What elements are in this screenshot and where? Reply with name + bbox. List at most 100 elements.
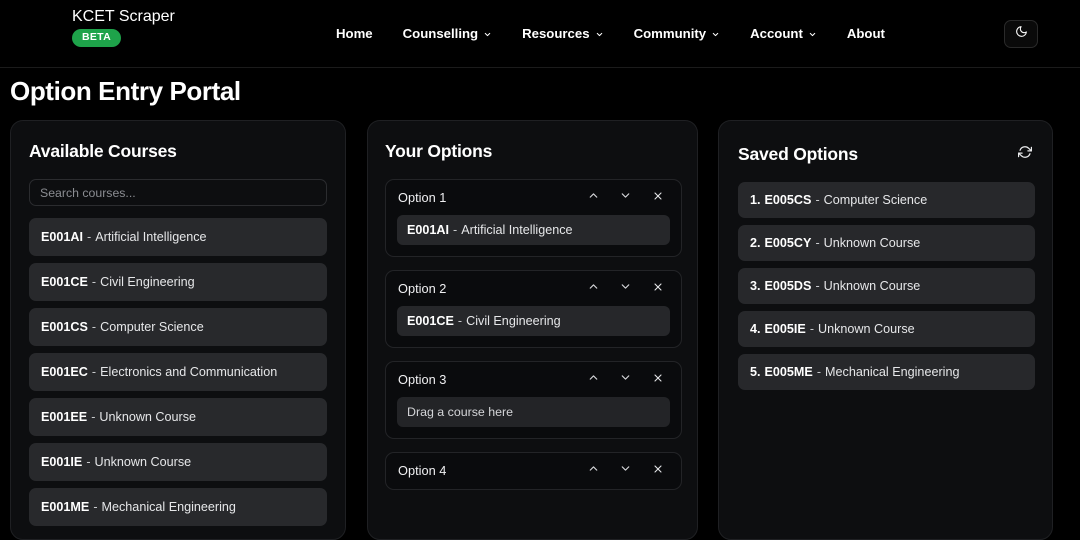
option-card[interactable]: Option 4 <box>385 452 682 490</box>
chevron-up-icon <box>587 371 600 389</box>
nav-item-community[interactable]: Community <box>634 26 721 41</box>
option-card-header: Option 2 <box>397 281 670 296</box>
close-icon <box>652 189 664 207</box>
option-label: Option 1 <box>398 190 446 205</box>
saved-option-name: Unknown Course <box>818 322 915 336</box>
saved-option-code: E005CS <box>765 193 812 207</box>
main-nav: Home Counselling Resources Community Account… <box>336 26 885 41</box>
option-label: Option 4 <box>398 463 446 478</box>
saved-option-separator: - <box>815 236 819 250</box>
nav-item-about[interactable]: About <box>847 26 885 41</box>
move-down-button[interactable] <box>619 191 632 204</box>
option-slot-filled[interactable]: E001CE-Civil Engineering <box>397 306 670 336</box>
course-separator: - <box>87 230 91 244</box>
option-course-code: E001AI <box>407 223 449 237</box>
option-slot-filled[interactable]: E001AI-Artificial Intelligence <box>397 215 670 245</box>
option-card[interactable]: Option 1 E001AI-Artificial Intelligence <box>385 179 682 257</box>
nav-item-label: Home <box>336 26 373 41</box>
option-card-header: Option 3 <box>397 372 670 387</box>
search-placeholder: Search courses... <box>40 186 136 200</box>
saved-option-code: E005CY <box>765 236 812 250</box>
beta-badge: BETA <box>72 29 121 47</box>
move-up-button[interactable] <box>587 282 600 295</box>
nav-item-counselling[interactable]: Counselling <box>403 26 492 41</box>
course-name: Mechanical Engineering <box>102 500 236 514</box>
option-card[interactable]: Option 3 Drag a course here <box>385 361 682 439</box>
course-code: E001AI <box>41 230 83 244</box>
course-separator: - <box>91 410 95 424</box>
remove-option-button[interactable] <box>651 191 664 204</box>
course-item[interactable]: E001EC-Electronics and Communication <box>29 353 327 391</box>
course-code: E001ME <box>41 500 89 514</box>
course-separator: - <box>93 500 97 514</box>
course-name: Artificial Intelligence <box>95 230 206 244</box>
available-courses-panel: Available Courses Search courses... E001… <box>10 120 346 540</box>
option-card-header: Option 4 <box>397 463 670 478</box>
refresh-icon <box>1018 145 1032 164</box>
move-down-button[interactable] <box>619 464 632 477</box>
close-icon <box>652 280 664 298</box>
option-separator: - <box>458 314 462 328</box>
course-list: E001AI-Artificial IntelligenceE001CE-Civ… <box>29 218 327 526</box>
portal-columns: Available Courses Search courses... E001… <box>0 120 1080 510</box>
option-course-code: E001CE <box>407 314 454 328</box>
course-item[interactable]: E001IE-Unknown Course <box>29 443 327 481</box>
option-card-list: Option 1E001AI-Artificial IntelligenceOp… <box>385 179 680 490</box>
course-item[interactable]: E001EE-Unknown Course <box>29 398 327 436</box>
course-item[interactable]: E001CS-Computer Science <box>29 308 327 346</box>
saved-option-item[interactable]: 1.E005CS-Computer Science <box>738 182 1035 218</box>
saved-option-index: 3. <box>750 279 761 293</box>
option-course-name: Artificial Intelligence <box>461 223 572 237</box>
option-label: Option 2 <box>398 281 446 296</box>
move-down-button[interactable] <box>619 282 632 295</box>
chevron-down-icon <box>711 30 720 39</box>
move-up-button[interactable] <box>587 464 600 477</box>
course-separator: - <box>86 455 90 469</box>
chevron-down-icon <box>619 462 632 480</box>
option-slot-empty[interactable]: Drag a course here <box>397 397 670 427</box>
nav-item-label: About <box>847 26 885 41</box>
nav-item-label: Community <box>634 26 707 41</box>
theme-toggle-button[interactable] <box>1004 20 1038 48</box>
page-title: Option Entry Portal <box>10 76 241 107</box>
saved-option-item[interactable]: 4.E005IE-Unknown Course <box>738 311 1035 347</box>
nav-item-home[interactable]: Home <box>336 26 373 41</box>
saved-option-name: Mechanical Engineering <box>825 365 959 379</box>
your-options-title: Your Options <box>385 141 492 162</box>
search-courses-input[interactable]: Search courses... <box>29 179 327 206</box>
move-up-button[interactable] <box>587 373 600 386</box>
remove-option-button[interactable] <box>651 282 664 295</box>
nav-item-label: Resources <box>522 26 589 41</box>
nav-item-resources[interactable]: Resources <box>522 26 603 41</box>
saved-option-separator: - <box>817 365 821 379</box>
saved-option-index: 5. <box>750 365 761 379</box>
chevron-down-icon <box>595 30 604 39</box>
remove-option-button[interactable] <box>651 373 664 386</box>
nav-item-label: Counselling <box>403 26 478 41</box>
moon-icon <box>1015 25 1028 43</box>
nav-item-account[interactable]: Account <box>750 26 817 41</box>
remove-option-button[interactable] <box>651 464 664 477</box>
saved-option-item[interactable]: 2.E005CY-Unknown Course <box>738 225 1035 261</box>
course-item[interactable]: E001AI-Artificial Intelligence <box>29 218 327 256</box>
saved-options-title: Saved Options <box>738 144 858 165</box>
brand[interactable]: KCET Scraper BETA <box>72 8 175 47</box>
course-separator: - <box>92 365 96 379</box>
option-card[interactable]: Option 2 E001CE-Civil Engineering <box>385 270 682 348</box>
site-header: KCET Scraper BETA Home Counselling Resourc… <box>0 0 1080 68</box>
move-down-button[interactable] <box>619 373 632 386</box>
refresh-saved-options-button[interactable] <box>1017 147 1033 163</box>
course-item[interactable]: E001ME-Mechanical Engineering <box>29 488 327 526</box>
saved-option-item[interactable]: 3.E005DS-Unknown Course <box>738 268 1035 304</box>
chevron-down-icon <box>619 371 632 389</box>
saved-option-item[interactable]: 5.E005ME-Mechanical Engineering <box>738 354 1035 390</box>
saved-options-panel: Saved Options 1. E005CS - Computer Science 2… <box>718 120 1053 540</box>
saved-option-index: 1. <box>750 193 761 207</box>
course-name: Unknown Course <box>95 455 192 469</box>
saved-option-name: Computer Science <box>824 193 928 207</box>
option-separator: - <box>453 223 457 237</box>
course-item[interactable]: E001CE-Civil Engineering <box>29 263 327 301</box>
move-up-button[interactable] <box>587 191 600 204</box>
saved-option-code: E005IE <box>765 322 806 336</box>
nav-item-label: Account <box>750 26 803 41</box>
